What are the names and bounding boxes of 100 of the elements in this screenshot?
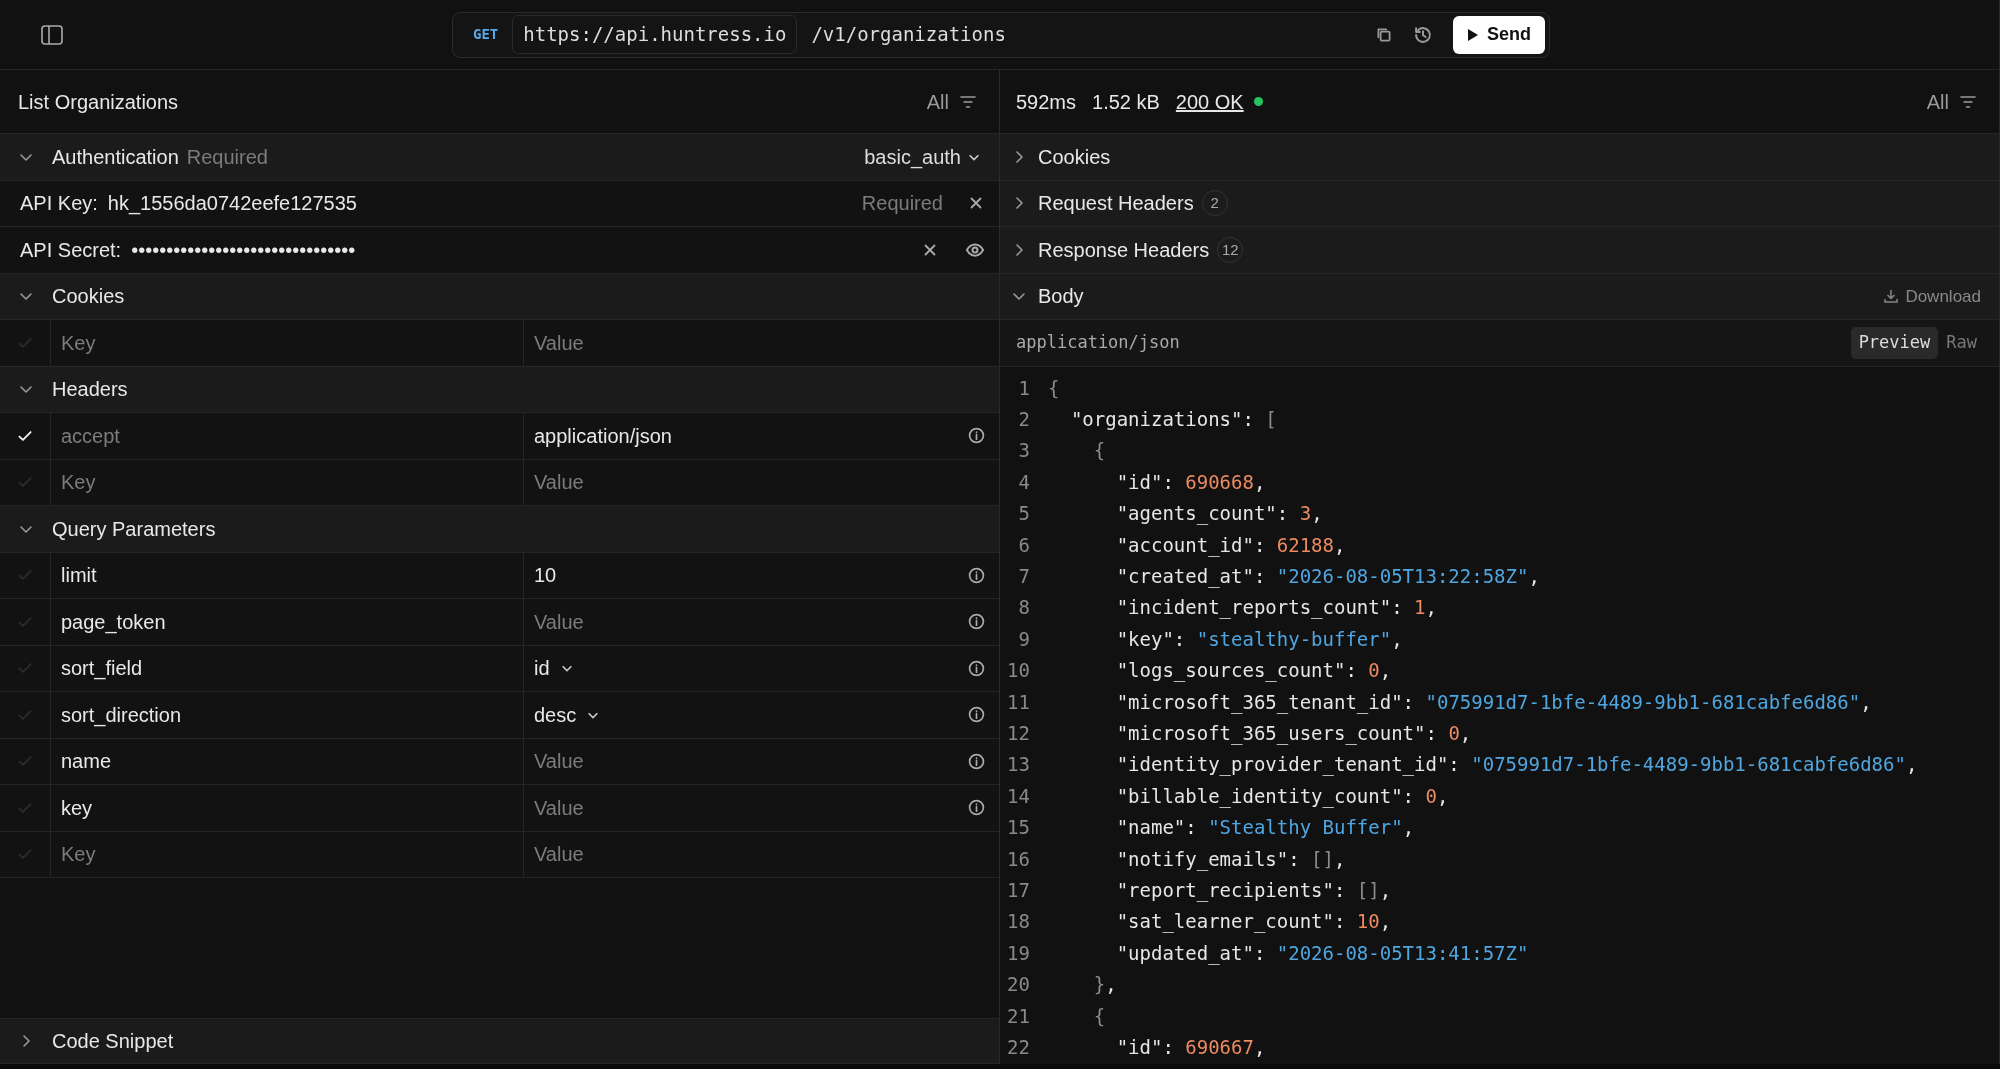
- code-line: {: [1048, 375, 1060, 401]
- code-line: "updated_at": "2026-08-05T13:41:57Z": [1115, 940, 1529, 967]
- line-number: 12: [1006, 720, 1031, 746]
- section-title: Headers: [52, 377, 128, 403]
- line-number: 22: [1006, 1035, 1031, 1061]
- info-icon[interactable]: [968, 752, 985, 770]
- param-key[interactable]: limit: [61, 560, 97, 591]
- code-line: "organizations": [: [1069, 406, 1277, 432]
- code-line: "notify_emails": [],: [1115, 846, 1346, 873]
- url-path[interactable]: /v1/organizations: [811, 20, 1361, 49]
- history-icon[interactable]: [1413, 24, 1433, 45]
- value-placeholder[interactable]: Value: [534, 327, 584, 358]
- section-header[interactable]: Headers: [0, 366, 999, 413]
- key-placeholder[interactable]: Key: [61, 327, 96, 358]
- section-title: Request Headers: [1038, 191, 1194, 217]
- code-line: "name": "Stealthy Buffer",: [1115, 815, 1415, 841]
- key-placeholder[interactable]: Key: [61, 467, 96, 498]
- param-key[interactable]: name: [61, 746, 112, 777]
- view-tab[interactable]: Preview: [1850, 327, 1939, 359]
- code-line: "id": 690668,: [1115, 469, 1266, 495]
- view-tab[interactable]: Raw: [1938, 327, 1985, 359]
- line-number: 18: [1006, 909, 1031, 935]
- info-icon[interactable]: [968, 659, 985, 677]
- value-dropdown[interactable]: id: [534, 653, 574, 684]
- code-line: "identity_provider_tenant_id": "075991d7-1bfe-4489-9bb1-681cabfe6d86",: [1115, 752, 1918, 778]
- status-link[interactable]: 200 OK: [1175, 86, 1244, 117]
- panel-title: List Organizations: [18, 89, 179, 115]
- line-number: 10: [1006, 658, 1031, 684]
- param-value[interactable]: 10: [534, 560, 557, 591]
- code-line: "microsoft_365_tenant_id": "075991d7-1bfe-4489-9bb1-681cabfe6d86",: [1115, 689, 1872, 716]
- code-line: "report_recipients": [],: [1115, 878, 1392, 904]
- line-number: 14: [1006, 783, 1031, 809]
- send-button[interactable]: Send: [1453, 15, 1545, 54]
- code-line: "logs_sources_count": 0,: [1115, 658, 1392, 684]
- line-number: 9: [1017, 626, 1031, 652]
- line-number: 7: [1017, 563, 1031, 589]
- value-placeholder[interactable]: Value: [534, 839, 584, 870]
- copy-icon[interactable]: [1375, 25, 1393, 44]
- param-key[interactable]: accept: [61, 420, 120, 451]
- line-number: 4: [1017, 469, 1031, 495]
- line-number: 13: [1006, 752, 1031, 778]
- info-icon[interactable]: [968, 427, 985, 445]
- filter-button[interactable]: All: [1922, 82, 1981, 121]
- value-placeholder[interactable]: Value: [534, 792, 584, 823]
- info-icon[interactable]: [968, 613, 985, 631]
- section-title: Body: [1038, 284, 1084, 310]
- param-key[interactable]: page_token: [61, 606, 166, 637]
- info-icon[interactable]: [968, 706, 985, 724]
- line-number: 21: [1006, 1003, 1031, 1029]
- status-dot: [1253, 97, 1263, 106]
- section-header[interactable]: Code Snippet: [0, 1017, 999, 1064]
- method-label[interactable]: GET: [473, 24, 499, 45]
- line-number: 1: [1017, 375, 1031, 401]
- code-line: "sat_learner_count": 10,: [1115, 909, 1392, 935]
- line-number: 5: [1017, 501, 1031, 527]
- section-header[interactable]: Body Download: [1000, 273, 1999, 320]
- filter-button[interactable]: All: [922, 82, 981, 121]
- auth-type-dropdown[interactable]: basic_auth: [860, 137, 985, 176]
- section-title: Cookies: [52, 284, 125, 310]
- play-icon: [1467, 27, 1479, 42]
- param-key[interactable]: sort_direction: [61, 699, 182, 730]
- key-placeholder[interactable]: Key: [61, 839, 96, 870]
- url-bar[interactable]: GET https://api.huntress.io /v1/organizations Send: [452, 11, 1550, 58]
- value-dropdown[interactable]: desc: [534, 699, 601, 730]
- info-icon[interactable]: [968, 799, 985, 817]
- value-placeholder[interactable]: Value: [534, 467, 584, 498]
- section-header[interactable]: Authentication Required basic_auth: [0, 134, 999, 181]
- line-number: 16: [1006, 846, 1031, 872]
- line-number: 8: [1017, 595, 1031, 621]
- field-label: API Secret:: [20, 237, 122, 263]
- info-icon[interactable]: [968, 566, 985, 584]
- param-key[interactable]: sort_field: [61, 653, 143, 684]
- download-icon: [1883, 288, 1900, 305]
- code-line: "incident_reports_count": 1,: [1115, 595, 1437, 621]
- section-header[interactable]: Request Headers 2: [1000, 180, 1999, 227]
- section-title: Response Headers: [1038, 237, 1210, 263]
- param-key[interactable]: key: [61, 792, 93, 823]
- code-line: "id": 690667,: [1115, 1035, 1266, 1061]
- required-label: Required: [186, 144, 268, 170]
- section-header[interactable]: Cookies: [0, 273, 999, 320]
- field-label: API Key:: [20, 191, 98, 217]
- param-value[interactable]: application/json: [534, 420, 672, 451]
- line-number: 17: [1006, 878, 1031, 903]
- response-time: 592ms: [1016, 89, 1077, 115]
- code-line: "agents_count": 3,: [1115, 501, 1323, 527]
- section-header[interactable]: Query Parameters: [0, 506, 999, 553]
- code-line: "created_at": "2026-08-05T13:22:58Z",: [1115, 563, 1540, 590]
- code-line: "microsoft_365_users_count": 0,: [1115, 720, 1472, 747]
- response-size: 1.52 kB: [1092, 89, 1160, 115]
- code-line: {: [1092, 438, 1106, 464]
- line-number: 2: [1017, 406, 1031, 432]
- value-placeholder[interactable]: Value: [534, 746, 584, 777]
- value-placeholder[interactable]: Value: [534, 606, 584, 637]
- section-title: Query Parameters: [52, 516, 216, 542]
- base-url[interactable]: https://api.huntress.io: [512, 15, 798, 54]
- download-button[interactable]: Download: [1879, 279, 1985, 313]
- field-value[interactable]: ••••••••••••••••••••••••••••••••: [131, 234, 356, 265]
- section-header[interactable]: Response Headers 12: [1000, 227, 1999, 274]
- section-header[interactable]: Cookies: [1000, 134, 1999, 181]
- field-value[interactable]: hk_1556da0742eefe127535: [107, 188, 357, 219]
